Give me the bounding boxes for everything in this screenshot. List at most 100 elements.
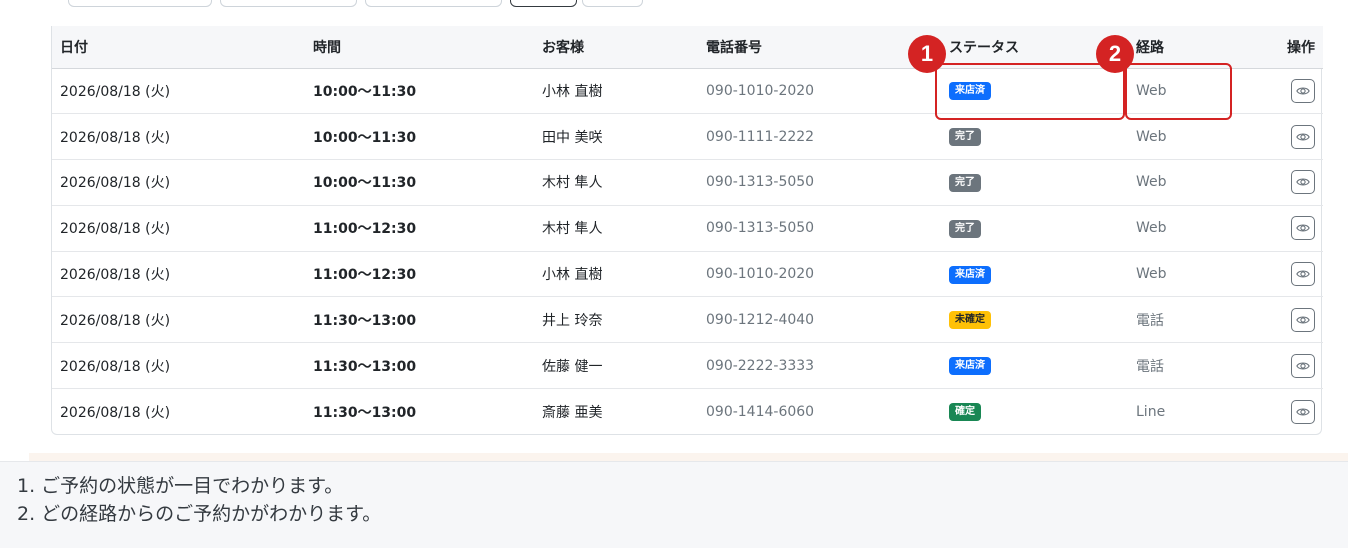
view-button[interactable]: [1291, 216, 1315, 241]
column-header-route[interactable]: 経路: [1128, 26, 1253, 69]
table-row[interactable]: 2026/08/18 (火) 11:30〜13:00 斎藤 亜美 090-1414-6…: [52, 389, 1323, 435]
cell-phone: 090-1010-2020: [698, 251, 941, 298]
cell-action: [1253, 205, 1323, 252]
cell-action: [1253, 389, 1323, 435]
status-badge: 完了: [949, 219, 981, 238]
cell-status: 来店済: [941, 342, 1128, 390]
cell-status: 確定: [941, 389, 1128, 435]
section-divider: [29, 453, 1348, 461]
table-row[interactable]: 2026/08/18 (火) 10:00〜11:30 田中 美咲 090-1111-2…: [52, 113, 1323, 161]
status-highlight-box: [935, 63, 1125, 120]
eye-icon: [1296, 133, 1310, 141]
eye-icon: [1296, 87, 1310, 95]
view-button[interactable]: [1291, 307, 1315, 332]
column-header-phone[interactable]: 電話番号: [698, 26, 941, 69]
cell-customer: 小林 直樹: [534, 68, 698, 115]
cell-phone: 090-1010-2020: [698, 68, 941, 115]
cell-date: 2026/08/18 (火): [52, 251, 305, 298]
table-row[interactable]: 2026/08/18 (火) 11:00〜12:30 木村 隼人 090-1313-5…: [52, 205, 1323, 252]
cell-time: 10:00〜11:30: [305, 113, 534, 161]
reset-button[interactable]: [582, 0, 643, 7]
view-button[interactable]: [1291, 78, 1315, 103]
cell-date: 2026/08/18 (火): [52, 342, 305, 390]
cell-customer: 小林 直樹: [534, 251, 698, 298]
cell-date: 2026/08/18 (火): [52, 205, 305, 252]
column-header-date[interactable]: 日付: [52, 26, 305, 69]
cell-route: Web: [1128, 205, 1253, 252]
cell-customer: 井上 玲奈: [534, 296, 698, 344]
eye-icon: [1296, 316, 1310, 324]
caption-panel: 1. ご予約の状態が一目でわかります。 2. どの経路からのご予約かがわかります…: [0, 461, 1348, 548]
cell-route: Web: [1128, 251, 1253, 298]
column-header-customer[interactable]: お客様: [534, 26, 698, 69]
cell-route: 電話: [1128, 342, 1253, 390]
callout-number-2: 2: [1096, 35, 1134, 73]
cell-customer: 佐藤 健一: [534, 342, 698, 390]
cell-time: 11:30〜13:00: [313, 404, 417, 421]
eye-icon: [1296, 178, 1310, 187]
cell-time: 10:00〜11:30: [305, 159, 534, 206]
cell-phone: 090-1313-5050: [698, 159, 941, 206]
table-row[interactable]: 2026/08/18 (火) 10:00〜11:30 木村 隼人 090-1313-5…: [52, 159, 1323, 206]
cell-route: Web: [1128, 113, 1253, 161]
column-header-time[interactable]: 時間: [305, 26, 534, 69]
cell-phone: 090-1111-2222: [698, 113, 941, 161]
cell-date: 2026/08/18 (火): [52, 68, 305, 115]
route-highlight-box: [1125, 63, 1232, 120]
eye-icon: [1296, 270, 1310, 278]
cell-action: [1253, 159, 1323, 206]
eye-icon: [1296, 408, 1310, 416]
view-button[interactable]: [1291, 262, 1315, 287]
cell-phone: 090-1313-5050: [698, 205, 941, 252]
table-row[interactable]: 2026/08/18 (火) 11:00〜12:30 小林 直樹 090-1010-2…: [52, 251, 1323, 298]
view-button[interactable]: [1291, 124, 1315, 149]
filter-input-3[interactable]: [365, 0, 502, 7]
status-badge: 来店済: [949, 265, 991, 284]
cell-time: 11:00〜12:30: [305, 205, 534, 252]
status-badge: 完了: [949, 173, 981, 192]
cell-time: 11:30〜13:00: [305, 342, 534, 390]
cell-status: 完了: [941, 113, 1128, 161]
status-badge: 未確定: [949, 311, 991, 330]
view-button[interactable]: [1291, 399, 1315, 424]
cell-status: 完了: [941, 205, 1128, 252]
cell-time: 11:30〜13:00: [305, 296, 534, 344]
column-header-action: 操作: [1253, 26, 1323, 69]
cell-customer: 田中 美咲: [534, 113, 698, 161]
view-button[interactable]: [1291, 170, 1315, 195]
cell-action: [1253, 68, 1323, 115]
caption-line-1: 1. ご予約の状態が一目でわかります。: [17, 475, 344, 497]
filter-input-1[interactable]: [68, 0, 212, 7]
filter-input-2[interactable]: [220, 0, 357, 7]
status-badge: 完了: [949, 128, 981, 147]
cell-date: 2026/08/18 (火): [52, 296, 305, 344]
cell-time: 11:00〜12:30: [305, 251, 534, 298]
cell-customer: 木村 隼人: [534, 205, 698, 252]
search-button[interactable]: [510, 0, 577, 7]
cell-route: Line: [1136, 403, 1166, 420]
cell-status: 来店済: [941, 251, 1128, 298]
caption-line-2: 2. どの経路からのご予約かがわかります。: [17, 503, 382, 525]
cell-phone: 090-1212-4040: [698, 296, 941, 344]
callout-number-1: 1: [908, 35, 946, 73]
cell-action: [1253, 342, 1323, 390]
cell-action: [1253, 296, 1323, 344]
table-row[interactable]: 2026/08/18 (火) 11:30〜13:00 井上 玲奈 090-1212-4…: [52, 296, 1323, 344]
cell-customer: 斎藤 亜美: [542, 404, 603, 421]
table-row[interactable]: 2026/08/18 (火) 11:30〜13:00 佐藤 健一 090-2222-3…: [52, 342, 1323, 390]
status-badge: 来店済: [949, 357, 991, 376]
status-badge: 確定: [949, 403, 981, 422]
cell-action: [1253, 113, 1323, 161]
cell-phone: 090-2222-3333: [698, 342, 941, 390]
cell-date: 2026/08/18 (火): [52, 113, 305, 161]
cell-date: 2026/08/18 (火): [52, 159, 305, 206]
cell-phone: 090-1414-6060: [706, 403, 815, 420]
eye-icon: [1296, 224, 1310, 232]
cell-customer: 木村 隼人: [534, 159, 698, 206]
cell-route: 電話: [1128, 296, 1253, 344]
eye-icon: [1296, 362, 1310, 370]
cell-date: 2026/08/18 (火): [60, 404, 171, 421]
cell-action: [1253, 251, 1323, 298]
cell-route: Web: [1128, 159, 1253, 206]
view-button[interactable]: [1291, 353, 1315, 378]
